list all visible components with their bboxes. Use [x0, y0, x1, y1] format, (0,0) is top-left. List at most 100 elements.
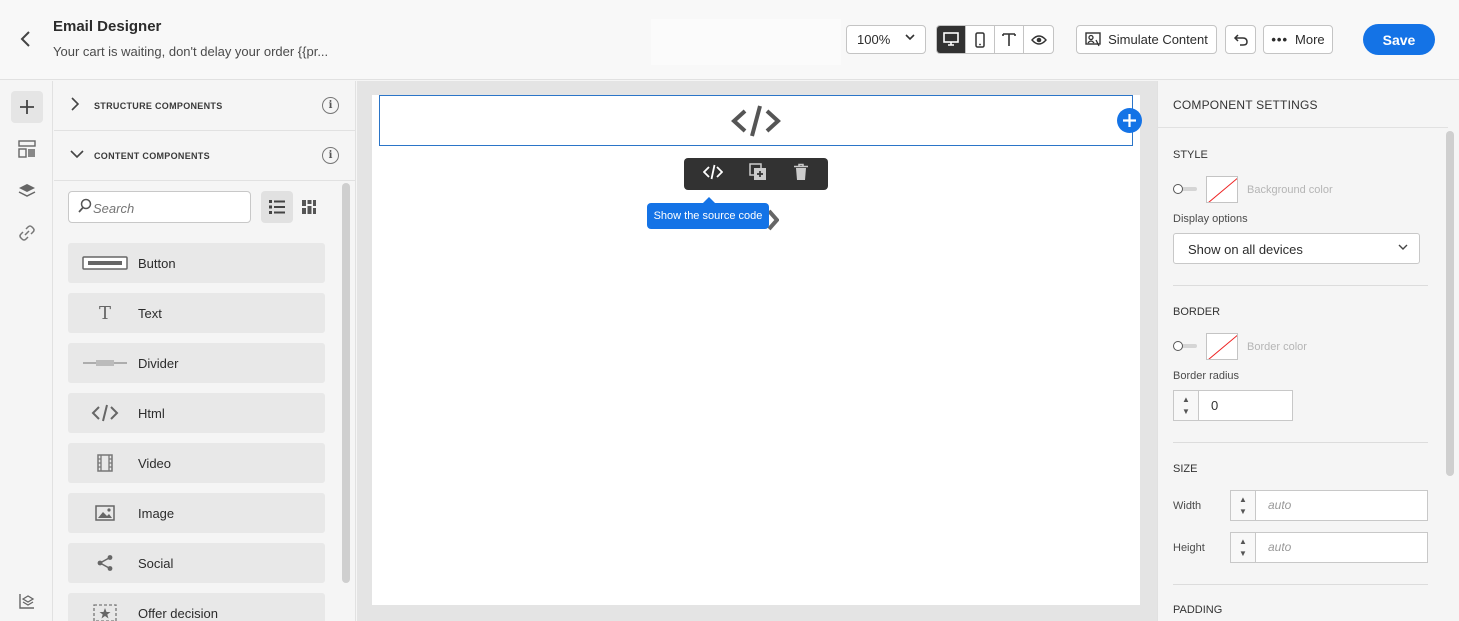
- border-color-label: Border color: [1247, 341, 1307, 353]
- simulate-content-button[interactable]: Simulate Content: [1076, 25, 1217, 54]
- source-code-tooltip: Show the source code: [647, 197, 769, 229]
- border-color-toggle[interactable]: [1173, 341, 1197, 351]
- layout-icon[interactable]: [11, 133, 43, 165]
- chevron-up-icon[interactable]: ▲: [1239, 536, 1247, 548]
- code-icon: [82, 402, 128, 424]
- undo-icon: [1233, 33, 1248, 46]
- component-search[interactable]: [68, 191, 251, 223]
- code-icon[interactable]: [702, 164, 724, 185]
- component-label: Social: [138, 556, 174, 571]
- component-image[interactable]: Image: [68, 493, 325, 533]
- chevron-right-icon: [70, 97, 80, 114]
- zoom-select[interactable]: 100%: [846, 25, 926, 54]
- text-icon: T: [98, 302, 111, 324]
- chevron-up-icon[interactable]: ▲: [1182, 394, 1190, 406]
- component-button[interactable]: Button: [68, 243, 325, 283]
- chevron-down-icon[interactable]: ▼: [1239, 548, 1247, 560]
- background-color-swatch[interactable]: [1206, 176, 1238, 203]
- text-icon[interactable]: [995, 26, 1024, 53]
- grid-view-icon[interactable]: [293, 191, 325, 223]
- component-offer-decision[interactable]: Offer decision: [68, 593, 325, 621]
- offer-icon: [82, 602, 128, 621]
- component-text[interactable]: T Text: [68, 293, 325, 333]
- html-component-selected[interactable]: [379, 95, 1133, 146]
- assets-icon[interactable]: [11, 585, 43, 617]
- divider: [1173, 285, 1428, 286]
- display-options-label: Display options: [1173, 213, 1248, 225]
- divider: [1173, 584, 1428, 585]
- trash-icon[interactable]: [793, 163, 809, 186]
- chevron-up-icon[interactable]: ▲: [1239, 494, 1247, 506]
- search-input[interactable]: [93, 198, 243, 218]
- layers-icon[interactable]: [11, 175, 43, 207]
- component-settings-panel: COMPONENT SETTINGS STYLE Background colo…: [1157, 81, 1459, 621]
- content-components-section[interactable]: CONTENT COMPONENTS i: [54, 131, 355, 181]
- left-rail: [0, 81, 53, 621]
- width-stepper[interactable]: ▲ ▼: [1230, 490, 1256, 521]
- zoom-value: 100%: [857, 32, 891, 47]
- component-label: Image: [138, 506, 175, 521]
- display-options-select[interactable]: Show on all devices: [1173, 233, 1420, 264]
- components-panel: STRUCTURE COMPONENTS i CONTENT COMPONENT…: [54, 81, 356, 621]
- simulate-label: Simulate Content: [1108, 32, 1208, 47]
- component-html[interactable]: Html: [68, 393, 325, 433]
- border-radius-input[interactable]: 0: [1198, 390, 1293, 421]
- plus-icon[interactable]: [11, 91, 43, 123]
- background-color-toggle[interactable]: [1173, 184, 1197, 194]
- canvas-area: Show the source code: [357, 81, 1157, 621]
- structure-components-section[interactable]: STRUCTURE COMPONENTS i: [54, 81, 355, 131]
- height-stepper[interactable]: ▲ ▼: [1230, 532, 1256, 563]
- button-icon: [82, 252, 128, 274]
- content-components-label: CONTENT COMPONENTS: [94, 151, 210, 161]
- desktop-icon[interactable]: [937, 26, 966, 53]
- ellipsis-icon: •••: [1271, 32, 1289, 47]
- component-label: Html: [138, 406, 165, 421]
- code-icon: [731, 104, 781, 137]
- undo-button[interactable]: [1225, 25, 1256, 54]
- chevron-down-icon: [904, 31, 916, 46]
- border-radius-stepper[interactable]: ▲ ▼: [1173, 390, 1199, 421]
- component-toolbar: [684, 158, 828, 190]
- component-divider[interactable]: Divider: [68, 343, 325, 383]
- eye-icon[interactable]: [1024, 26, 1053, 53]
- chevron-down-icon[interactable]: ▼: [1239, 506, 1247, 518]
- padding-section-title: PADDING: [1173, 604, 1223, 616]
- save-button[interactable]: Save: [1363, 24, 1435, 55]
- link-icon[interactable]: [11, 217, 43, 249]
- panel-scrollbar[interactable]: [342, 183, 350, 583]
- more-button[interactable]: ••• More: [1263, 25, 1333, 54]
- info-icon[interactable]: i: [322, 97, 339, 114]
- component-label: Button: [138, 256, 176, 271]
- mobile-icon[interactable]: [966, 26, 995, 53]
- border-color-swatch[interactable]: [1206, 333, 1238, 360]
- component-social[interactable]: Social: [68, 543, 325, 583]
- style-section-title: STYLE: [1173, 149, 1208, 161]
- structure-components-label: STRUCTURE COMPONENTS: [94, 101, 223, 111]
- component-label: Offer decision: [138, 606, 218, 621]
- info-icon[interactable]: i: [322, 147, 339, 164]
- border-radius-label: Border radius: [1173, 370, 1240, 382]
- search-icon: [78, 198, 92, 219]
- height-input[interactable]: auto: [1255, 532, 1428, 563]
- duplicate-icon[interactable]: [749, 162, 767, 186]
- component-label: Text: [138, 306, 162, 321]
- add-component-handle[interactable]: [1117, 108, 1142, 133]
- header: Email Designer Your cart is waiting, don…: [0, 0, 1459, 80]
- width-input[interactable]: auto: [1255, 490, 1428, 521]
- settings-title: COMPONENT SETTINGS: [1173, 98, 1318, 112]
- email-subject: Your cart is waiting, don't delay your o…: [53, 44, 329, 59]
- divider: [1158, 127, 1448, 128]
- border-section-title: BORDER: [1173, 306, 1221, 318]
- chevron-down-icon[interactable]: ▼: [1182, 406, 1190, 418]
- simulate-icon: [1085, 32, 1101, 47]
- size-section-title: SIZE: [1173, 463, 1198, 475]
- list-view-icon[interactable]: [261, 191, 293, 223]
- back-icon[interactable]: [14, 28, 38, 52]
- image-icon: [82, 502, 128, 524]
- email-canvas[interactable]: Show the source code: [372, 95, 1142, 605]
- width-label: Width: [1173, 500, 1202, 512]
- settings-scrollbar[interactable]: [1446, 131, 1454, 476]
- component-video[interactable]: Video: [68, 443, 325, 483]
- header-spacer: [651, 19, 841, 65]
- share-icon: [82, 552, 128, 574]
